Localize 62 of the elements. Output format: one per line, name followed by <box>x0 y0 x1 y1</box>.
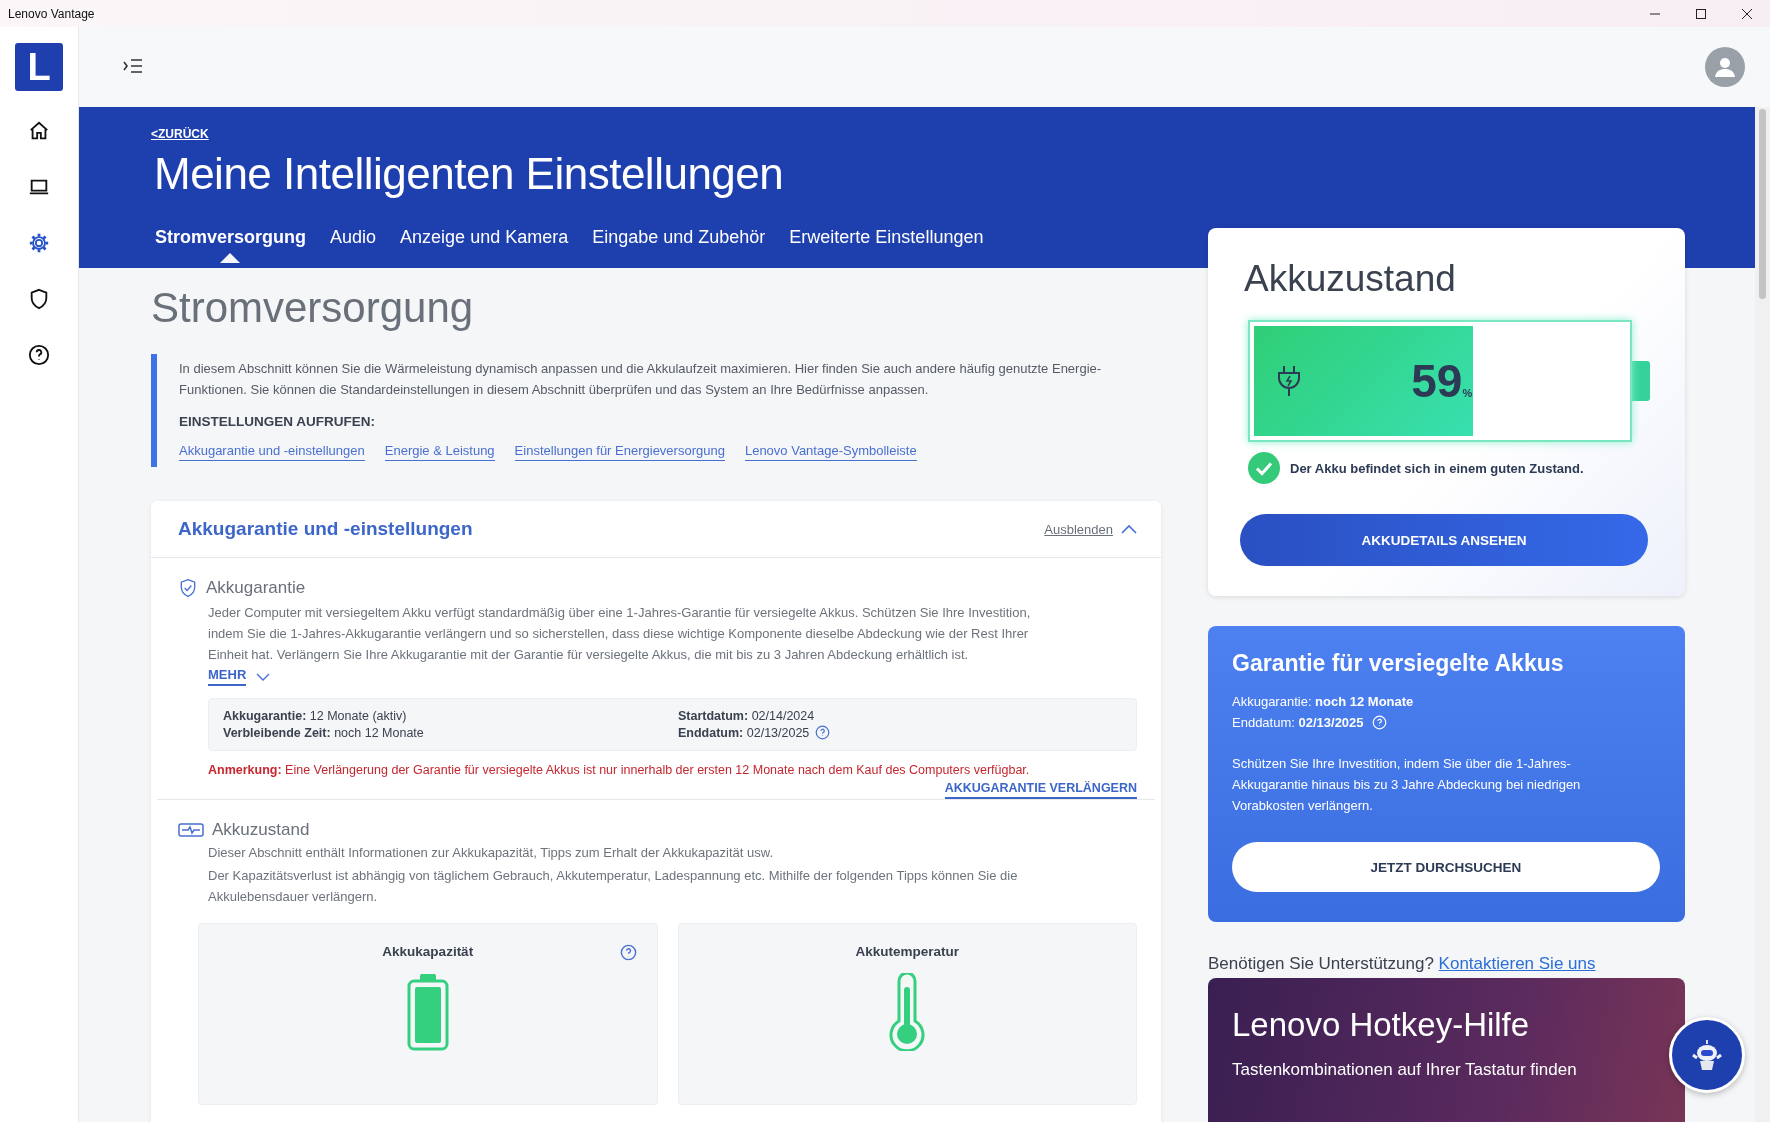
warranty-note: Anmerkung: Eine Verlängerung der Garantie für versiegelte Akkus ist nur innerhalb der ersten 12 Monate nach dem Kauf des Computers verfügbar. <box>208 763 1031 777</box>
tab[interactable]: Anzeige und Kamera <box>398 211 571 263</box>
menu-icon <box>123 57 143 74</box>
shield-check-icon <box>178 578 198 598</box>
card-title: Akkugarantie und -einstellungen <box>178 518 473 540</box>
app-logo[interactable]: L <box>15 43 63 91</box>
warranty-detail: Enddatum: 02/13/2025 <box>678 725 810 740</box>
support-text: Benötigen Sie Unterstützung? Kontaktieren Sie uns <box>1208 954 1597 974</box>
subsection-title: Akkuzustand <box>212 820 310 840</box>
promo-text: Schützen Sie Ihre Investition, indem Sie über die 1-Jahres-Akkugarantie hinaus bis zu 3 Jahre Abdeckung bei niedrigen Vorabkosten verlängern. <box>1232 755 1582 815</box>
banner-subtitle: Tastenkombinationen auf Ihrer Tastatur finden <box>1232 1060 1578 1080</box>
battery-pulse-icon <box>178 822 204 838</box>
close-icon <box>1741 7 1753 20</box>
page-header-title: Meine Intelligenten Einstellungen <box>154 149 785 199</box>
card-title: Akkuzustand <box>1244 258 1457 300</box>
anchor-link[interactable]: Energie & Leistung <box>384 443 495 461</box>
tab[interactable]: Eingabe und Zubehör <box>590 211 768 263</box>
chevron-icon <box>1121 524 1137 534</box>
health-description: Der Kapazitätsverlust ist abhängig von täglichem Gebrauch, Akkutemperatur, Ladespannung etc. Mithilfe der folgenden Tipps können Sie die Akkulebensdauer verlängern. <box>208 867 1019 906</box>
section-title: Stromversorgung <box>151 284 475 332</box>
battery-details-button[interactable]: AKKUDETAILS ANSEHEN <box>1240 514 1648 566</box>
contact-link[interactable]: Kontaktieren Sie uns <box>1438 954 1596 973</box>
collapse-toggle[interactable]: Ausblenden <box>1044 521 1137 537</box>
tab[interactable]: Erweiterte Einstellungen <box>787 211 986 263</box>
window-title: Lenovo Vantage <box>7 6 95 21</box>
battery-terminal <box>1632 361 1650 401</box>
battery-percentage: 59% <box>1411 354 1473 408</box>
robot-icon <box>1690 1038 1724 1072</box>
warranty-detail: Startdatum: 02/14/2024 <box>678 709 815 723</box>
battery-icon <box>405 973 450 1051</box>
anchor-link[interactable]: Akkugarantie und -einstellungen <box>179 443 365 461</box>
health-description: Dieser Abschnitt enthält Informationen zur Akkukapazität, Tipps zum Erhalt der Akkukapazität usw. <box>208 844 775 862</box>
help-icon[interactable] <box>815 725 831 740</box>
anchor-link[interactable]: Lenovo Vantage-Symbolleiste <box>744 443 917 461</box>
chatbot-button[interactable] <box>1669 1017 1745 1093</box>
links-heading: EINSTELLUNGEN AUFRUFEN: <box>179 414 376 429</box>
tab[interactable]: Stromversorgung <box>151 211 309 263</box>
intro-text: In diesem Abschnitt können Sie die Wärmeleistung dynamisch anpassen und die Akkulaufzeit maximieren. Hier finden Sie auch andere häufig genutzte Energie-Funktionen. Sie können die Standardeinstellungen in diesem Abschnitt überprüfen und das System an Ihre Bedürfnisse anpassen. <box>179 360 1103 399</box>
warranty-detail: Verbleibende Zeit: noch 12 Monate <box>223 725 424 740</box>
promo-detail: Akkugarantie: noch 12 Monate <box>1232 694 1414 709</box>
scrollbar[interactable] <box>1755 107 1770 1122</box>
warranty-description: Jeder Computer mit versiegeltem Akku verfügt standardmäßig über eine 1-Jahres-Garantie für versiegelte Akkus. Schützen Sie Ihre Investition, indem Sie die 1-Jahres-Akkugarantie verlängern und so sicherstellen, dass diese wichtige Komponente dieselbe Abdeckung wie der Rest Ihrer Einheit hat. Verlängern Sie Ihre Akkugarantie mit der Garantie für versiegelte Akkus, die mit bis zu 3 Jahren Abdeckung erhältlich ist. <box>208 604 1032 664</box>
chevron-down-icon <box>256 672 271 681</box>
promo-detail: Enddatum: 02/13/2025 <box>1232 715 1364 730</box>
warranty-detail: Akkugarantie: 12 Monate (aktiv) <box>223 709 407 723</box>
banner-title: Lenovo Hotkey-Hilfe <box>1232 1006 1531 1044</box>
tile-title: Akkutemperatur <box>855 944 959 959</box>
extend-warranty-link[interactable]: AKKUGARANTIE VERLÄNGERN <box>944 781 1137 799</box>
help-icon[interactable] <box>619 944 637 961</box>
battery-status-text: Der Akku befindet sich in einem guten Zustand. <box>1290 460 1584 476</box>
user-avatar[interactable] <box>1705 47 1745 87</box>
anchor-link[interactable]: Einstellungen für Energieversorgung <box>514 443 725 461</box>
tile-title: Akkukapazität <box>382 944 474 959</box>
browse-button[interactable]: JETZT DURCHSUCHEN <box>1232 842 1660 892</box>
back-link[interactable]: <ZURÜCK <box>151 127 209 141</box>
maximize-icon <box>1695 7 1707 20</box>
tab[interactable]: Audio <box>328 211 379 263</box>
more-button[interactable]: MEHR <box>208 667 271 686</box>
subsection-title: Akkugarantie <box>206 578 306 598</box>
promo-title: Garantie für versiegelte Akkus <box>1232 650 1565 677</box>
hotkey-banner[interactable]: Lenovo Hotkey-Hilfe Tastenkombinationen auf Ihrer Tastatur finden <box>1208 978 1685 1122</box>
check-icon <box>1248 452 1280 484</box>
